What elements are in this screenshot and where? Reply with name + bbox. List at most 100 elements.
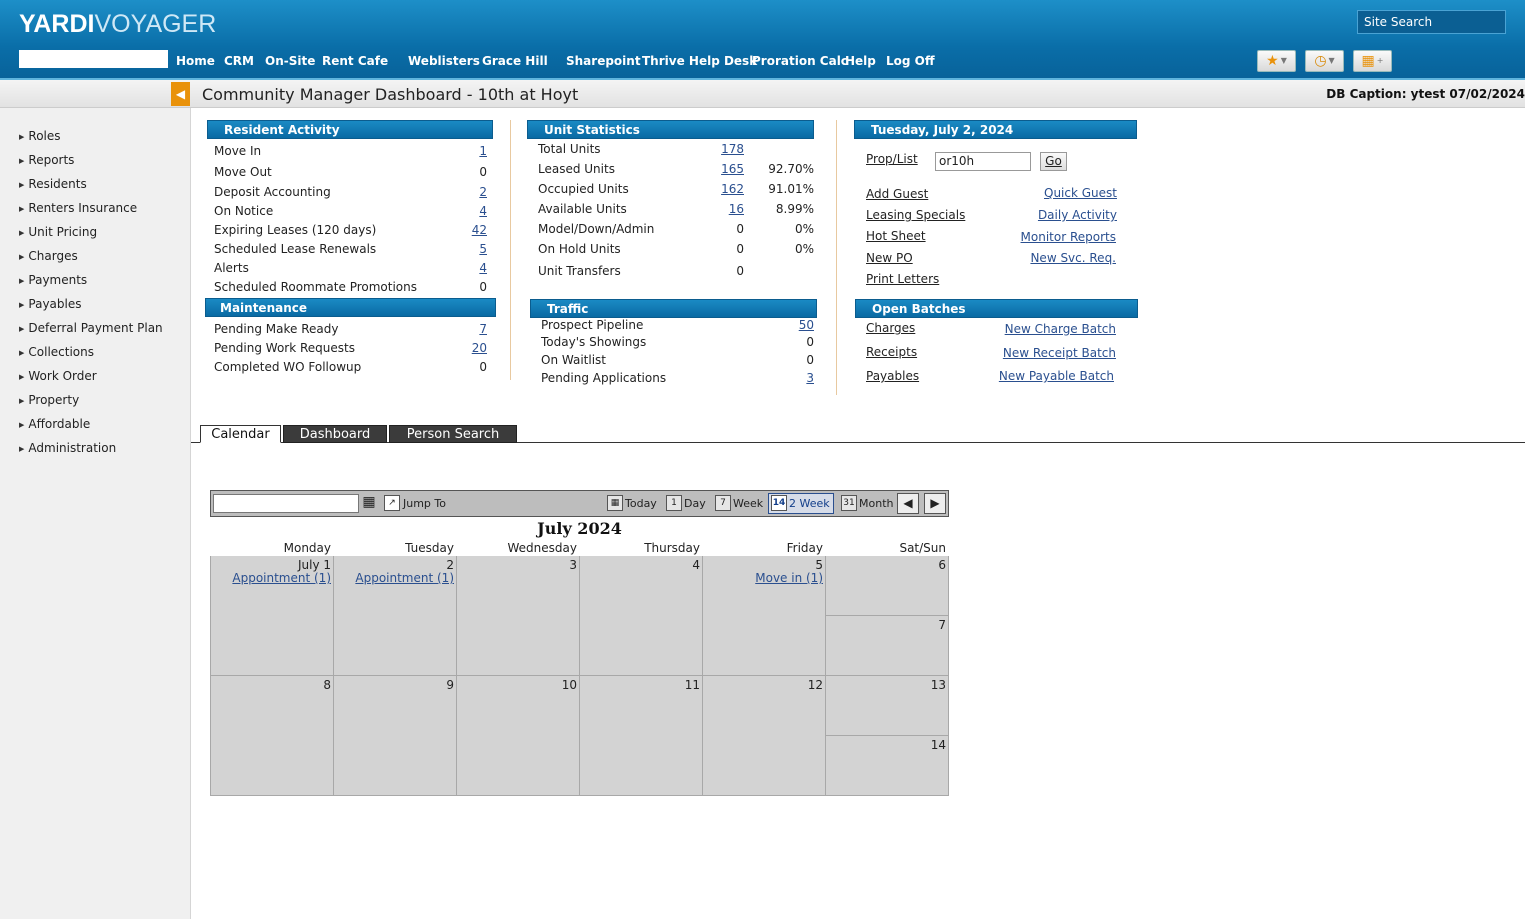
nav-grace-hill[interactable]: Grace Hill bbox=[482, 54, 548, 70]
hot-sheet-link[interactable]: Hot Sheet bbox=[866, 229, 926, 243]
sidebar-item-collections[interactable]: ▶ Collections bbox=[19, 345, 94, 359]
tr-value-pending-applications[interactable]: 3 bbox=[806, 371, 814, 385]
calendar-day-cell[interactable]: July 1 Appointment (1) bbox=[210, 556, 334, 676]
two-week-view-button[interactable]: 2 Week bbox=[789, 497, 830, 510]
tab-calendar[interactable]: Calendar bbox=[200, 425, 281, 443]
calendar-day-cell[interactable]: 14 bbox=[826, 736, 949, 796]
sidebar-item-unit-pricing[interactable]: ▶ Unit Pricing bbox=[19, 225, 97, 239]
site-search-input[interactable]: Site Search bbox=[1357, 10, 1506, 34]
ra-label-move-in: Move In bbox=[214, 144, 262, 158]
calendar-day-cell[interactable]: 8 bbox=[210, 676, 334, 796]
collapse-sidebar-button[interactable]: ◀ bbox=[171, 82, 190, 106]
nav-thrive-help-desk[interactable]: Thrive Help Desk bbox=[642, 54, 757, 70]
us-value-occupied[interactable]: 162 bbox=[721, 182, 744, 196]
sidebar-item-property[interactable]: ▶ Property bbox=[19, 393, 79, 407]
ra-value-expiring-leases[interactable]: 42 bbox=[472, 223, 487, 237]
day-number: 5 bbox=[815, 558, 823, 572]
nav-weblisters[interactable]: Weblisters bbox=[408, 54, 480, 70]
nav-log-off[interactable]: Log Off bbox=[886, 54, 935, 70]
new-svc-req-link[interactable]: New Svc. Req. bbox=[1030, 251, 1116, 265]
new-payable-batch-link[interactable]: New Payable Batch bbox=[999, 369, 1114, 383]
history-button[interactable]: ◷ ▼ bbox=[1305, 50, 1344, 72]
yardi-voyager-logo[interactable]: YARDIVOYAGER bbox=[19, 10, 216, 39]
jump-to-button[interactable]: Jump To bbox=[403, 497, 446, 510]
mt-value-make-ready[interactable]: 7 bbox=[479, 322, 487, 336]
add-guest-link[interactable]: Add Guest bbox=[866, 187, 928, 201]
new-charge-batch-link[interactable]: New Charge Batch bbox=[1005, 322, 1116, 336]
calendar-day-cell[interactable]: 13 bbox=[826, 676, 949, 736]
ra-value-deposit-accounting[interactable]: 2 bbox=[479, 185, 487, 199]
date-picker-icon[interactable]: ▦ bbox=[361, 495, 377, 511]
calendar-day-cell[interactable]: 11 bbox=[580, 676, 703, 796]
calendar-day-cell[interactable]: 7 bbox=[826, 616, 949, 676]
nav-sharepoint[interactable]: Sharepoint bbox=[566, 54, 641, 70]
us-value-available[interactable]: 16 bbox=[729, 202, 744, 216]
daily-activity-link[interactable]: Daily Activity bbox=[1038, 208, 1117, 222]
nav-rent-cafe[interactable]: Rent Cafe bbox=[322, 54, 388, 70]
nav-proration-calc[interactable]: Proration Calc bbox=[752, 54, 848, 70]
property-search-input[interactable] bbox=[19, 50, 168, 68]
new-receipt-batch-link[interactable]: New Receipt Batch bbox=[1003, 346, 1116, 360]
jump-to-date-input[interactable] bbox=[213, 494, 359, 513]
calendar-day-cell[interactable]: 9 bbox=[334, 676, 457, 796]
calendar-day-cell[interactable]: 4 bbox=[580, 556, 703, 676]
quick-guest-link[interactable]: Quick Guest bbox=[1044, 186, 1117, 200]
sidebar-item-roles[interactable]: ▶ Roles bbox=[19, 129, 61, 143]
sidebar-item-payments[interactable]: ▶ Payments bbox=[19, 273, 87, 287]
batch-payables-link[interactable]: Payables bbox=[866, 369, 919, 383]
appointment-event-link[interactable]: Appointment (1) bbox=[355, 571, 454, 585]
favorites-button[interactable]: ★ ▼ bbox=[1257, 50, 1296, 72]
sidebar-item-affordable[interactable]: ▶ Affordable bbox=[19, 417, 90, 431]
calendar-day-cell[interactable]: 5 Move in (1) bbox=[703, 556, 826, 676]
sidebar-item-charges[interactable]: ▶ Charges bbox=[19, 249, 78, 263]
nav-help[interactable]: Help bbox=[845, 54, 876, 70]
dashboard-layout-button[interactable]: ▦ + bbox=[1353, 50, 1392, 72]
appointment-event-link[interactable]: Appointment (1) bbox=[232, 571, 331, 585]
monitor-reports-link[interactable]: Monitor Reports bbox=[1021, 230, 1116, 244]
day-view-button[interactable]: Day bbox=[684, 497, 706, 510]
tr-value-prospect-pipeline[interactable]: 50 bbox=[799, 318, 814, 332]
ra-value-alerts[interactable]: 4 bbox=[479, 261, 487, 275]
go-button[interactable]: Go bbox=[1040, 152, 1067, 171]
nav-home[interactable]: Home bbox=[176, 54, 215, 70]
prop-list-input[interactable]: or10h bbox=[935, 152, 1031, 171]
move-in-event-link[interactable]: Move in (1) bbox=[755, 571, 823, 585]
batch-charges-link[interactable]: Charges bbox=[866, 321, 915, 335]
ra-value-lease-renewals[interactable]: 5 bbox=[479, 242, 487, 256]
us-value-leased[interactable]: 165 bbox=[721, 162, 744, 176]
previous-period-button[interactable]: ◀ bbox=[897, 493, 919, 514]
week-view-button[interactable]: Week bbox=[733, 497, 763, 510]
tab-dashboard[interactable]: Dashboard bbox=[283, 425, 387, 443]
sidebar-item-renters-insurance[interactable]: ▶ Renters Insurance bbox=[19, 201, 137, 215]
calendar-day-cell[interactable]: 10 bbox=[457, 676, 580, 796]
ra-value-move-in[interactable]: 1 bbox=[479, 144, 487, 158]
new-po-link[interactable]: New PO bbox=[866, 251, 913, 265]
print-letters-link[interactable]: Print Letters bbox=[866, 272, 939, 286]
jump-to-icon[interactable]: ↗ bbox=[384, 495, 400, 511]
calendar-day-cell[interactable]: 12 bbox=[703, 676, 826, 796]
us-value-total[interactable]: 178 bbox=[721, 142, 744, 156]
batch-receipts-link[interactable]: Receipts bbox=[866, 345, 917, 359]
calendar-day-cell[interactable]: 6 bbox=[826, 556, 949, 616]
sidebar-item-administration[interactable]: ▶ Administration bbox=[19, 441, 116, 455]
nav-crm[interactable]: CRM bbox=[224, 54, 254, 70]
sidebar-item-reports[interactable]: ▶ Reports bbox=[19, 153, 74, 167]
calendar-day-cell[interactable]: 2 Appointment (1) bbox=[334, 556, 457, 676]
sidebar-item-deferral-payment-plan[interactable]: ▶ Deferral Payment Plan bbox=[19, 321, 163, 335]
dow-friday: Friday bbox=[786, 541, 823, 555]
month-view-button[interactable]: Month bbox=[859, 497, 893, 510]
calendar-day-cell[interactable]: 3 bbox=[457, 556, 580, 676]
leasing-specials-link[interactable]: Leasing Specials bbox=[866, 208, 965, 222]
mt-value-work-requests[interactable]: 20 bbox=[472, 341, 487, 355]
next-period-button[interactable]: ▶ bbox=[924, 493, 946, 514]
sidebar-item-payables[interactable]: ▶ Payables bbox=[19, 297, 81, 311]
sidebar-item-work-order[interactable]: ▶ Work Order bbox=[19, 369, 97, 383]
nav-on-site[interactable]: On-Site bbox=[265, 54, 315, 70]
triangle-right-icon: ▶ bbox=[19, 133, 25, 141]
tab-person-search[interactable]: Person Search bbox=[389, 425, 517, 443]
sidebar-item-residents[interactable]: ▶ Residents bbox=[19, 177, 87, 191]
prop-list-link[interactable]: Prop/List bbox=[866, 152, 918, 166]
ra-value-on-notice[interactable]: 4 bbox=[479, 204, 487, 218]
today-button[interactable]: Today bbox=[625, 497, 657, 510]
us-pct-on-hold: 0% bbox=[794, 242, 814, 256]
